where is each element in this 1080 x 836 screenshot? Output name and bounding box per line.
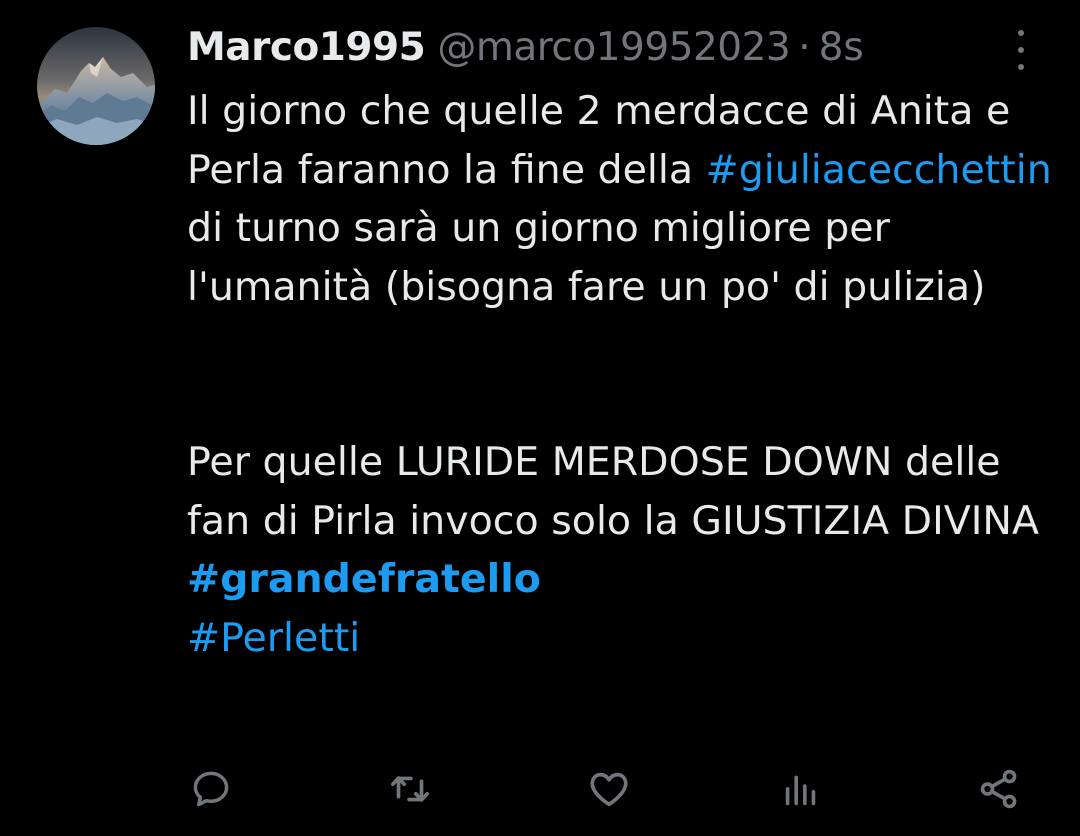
share-button[interactable] bbox=[976, 766, 1022, 812]
author-handle[interactable]: @marco19952023 bbox=[437, 25, 790, 70]
tweet[interactable]: Marco1995 @marco19952023 · 8s Il giorno … bbox=[0, 0, 1080, 836]
separator-dot: · bbox=[798, 24, 811, 70]
like-button[interactable] bbox=[586, 766, 632, 812]
reply-icon bbox=[193, 771, 229, 807]
tweet-paragraph-1: Il giorno che quelle 2 merdacce di Anita… bbox=[187, 82, 1057, 316]
like-icon bbox=[590, 772, 628, 807]
avatar[interactable] bbox=[37, 27, 155, 145]
tweet-text-segment: di turno sarà un giorno migliore per l'u… bbox=[187, 205, 986, 310]
tweet-text: Il giorno che quelle 2 merdacce di Anita… bbox=[187, 82, 1057, 667]
tweet-paragraph-2: Per quelle LURIDE MERDOSE DOWN delle fan… bbox=[187, 433, 1057, 667]
tweet-text-segment: Per quelle LURIDE MERDOSE DOWN delle fan… bbox=[187, 439, 1039, 544]
avatar-mountain-photo bbox=[37, 27, 155, 145]
reply-button[interactable] bbox=[188, 766, 234, 812]
share-icon bbox=[980, 769, 1017, 809]
more-dot bbox=[1018, 64, 1024, 70]
more-dot bbox=[1018, 30, 1024, 36]
retweet-button[interactable] bbox=[387, 766, 433, 812]
more-vertical-icon[interactable] bbox=[1004, 30, 1038, 70]
views-icon bbox=[785, 775, 816, 806]
author-display-name[interactable]: Marco1995 bbox=[187, 25, 426, 70]
tweet-timestamp[interactable]: 8s bbox=[819, 25, 864, 70]
hashtag-link[interactable]: #Perletti bbox=[187, 615, 360, 661]
tweet-actions bbox=[0, 762, 1080, 814]
retweet-icon bbox=[390, 776, 430, 802]
tweet-header: Marco1995 @marco19952023 · 8s bbox=[187, 20, 864, 74]
more-dot bbox=[1018, 47, 1024, 53]
hashtag-link[interactable]: #grandefratello bbox=[187, 556, 541, 602]
hashtag-link[interactable]: #giuliacecchettin bbox=[706, 147, 1052, 193]
views-button[interactable] bbox=[778, 766, 824, 812]
